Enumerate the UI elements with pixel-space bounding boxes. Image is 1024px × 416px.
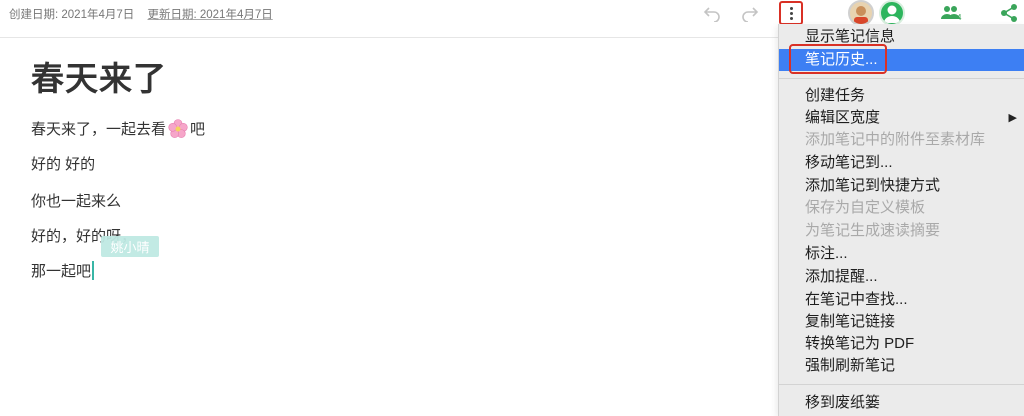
avatar[interactable] — [879, 0, 905, 26]
submenu-arrow-icon: ▶ — [1008, 112, 1017, 124]
note-paragraph[interactable]: 你也一起来么 — [31, 190, 121, 211]
note-paragraph[interactable]: 好的 好的 — [31, 153, 95, 174]
undo-icon — [703, 7, 720, 22]
menu-item-move-to-trash[interactable]: 移到废纸篓 — [779, 392, 1024, 414]
user-avatar-icon — [854, 6, 868, 24]
share-button[interactable] — [998, 2, 1020, 24]
collaborator-count: 4 — [957, 13, 962, 22]
menu-item-add-attachments-to-library: 添加笔记中的附件至素材库 — [805, 131, 986, 148]
menu-item-add-reminder[interactable]: 添加提醒... — [779, 266, 1024, 288]
menu-item-create-task[interactable]: 创建任务 — [779, 85, 1024, 107]
menu-item-label: 编辑区宽度 — [805, 109, 881, 126]
menu-item-add-shortcut[interactable]: 添加笔记到快捷方式 — [779, 175, 1024, 197]
menu-separator — [779, 384, 1024, 385]
paragraph-text: 那一起吧 — [31, 263, 92, 280]
collaborators-button[interactable]: 4 — [938, 2, 966, 24]
menu-item-generate-summary: 为笔记生成速读摘要 — [805, 222, 941, 239]
cherry-blossom-icon — [168, 118, 188, 138]
menu-item-note-history[interactable]: 笔记历史... — [779, 49, 1024, 71]
text-caret — [92, 261, 95, 280]
redo-button[interactable] — [737, 0, 763, 26]
menu-item-convert-to-pdf[interactable]: 转换笔记为 PDF — [779, 333, 1024, 355]
updated-date[interactable]: 更新日期: 2021年4月7日 — [147, 9, 272, 21]
menu-item-find-in-note[interactable]: 在笔记中查找... — [779, 289, 1024, 311]
menu-item-move-note[interactable]: 移动笔记到... — [779, 152, 1024, 174]
note-dates: 创建日期: 2021年4月7日 更新日期: 2021年4月7日 — [9, 6, 273, 22]
undo-button[interactable] — [699, 0, 725, 26]
user-avatar-icon — [884, 5, 900, 23]
group-icon — [941, 6, 960, 19]
menu-item-editor-width[interactable]: 编辑区宽度 ▶ — [779, 107, 1024, 129]
menu-item-show-note-info[interactable]: 显示笔记信息 — [779, 26, 1024, 48]
paragraph-text: 春天来了，一起去看 — [31, 121, 167, 138]
note-paragraph[interactable]: 春天来了，一起去看 吧 — [31, 118, 205, 139]
note-paragraph[interactable]: 那一起吧 — [31, 260, 95, 281]
more-options-button[interactable] — [779, 1, 803, 25]
more-options-menu: 显示笔记信息 笔记历史... 创建任务 编辑区宽度 ▶ 添加笔记中的附件至素材库… — [778, 24, 1024, 416]
collaborator-cursor-tag: 姚小晴 — [101, 236, 159, 257]
share-icon — [1001, 4, 1017, 22]
note-title[interactable]: 春天来了 — [31, 52, 167, 100]
menu-item-annotate[interactable]: 标注... — [779, 243, 1024, 265]
menu-separator — [779, 78, 1024, 79]
toolbar-divider — [0, 37, 780, 38]
menu-item-copy-note-link[interactable]: 复制笔记链接 — [779, 311, 1024, 333]
redo-icon — [742, 7, 759, 22]
avatar[interactable] — [848, 0, 874, 26]
created-date: 创建日期: 2021年4月7日 — [9, 9, 135, 21]
menu-item-force-refresh[interactable]: 强制刷新笔记 — [779, 355, 1024, 377]
paragraph-text: 吧 — [190, 121, 206, 138]
menu-item-save-as-template: 保存为自定义模板 — [805, 199, 926, 216]
more-vertical-icon — [789, 6, 793, 20]
